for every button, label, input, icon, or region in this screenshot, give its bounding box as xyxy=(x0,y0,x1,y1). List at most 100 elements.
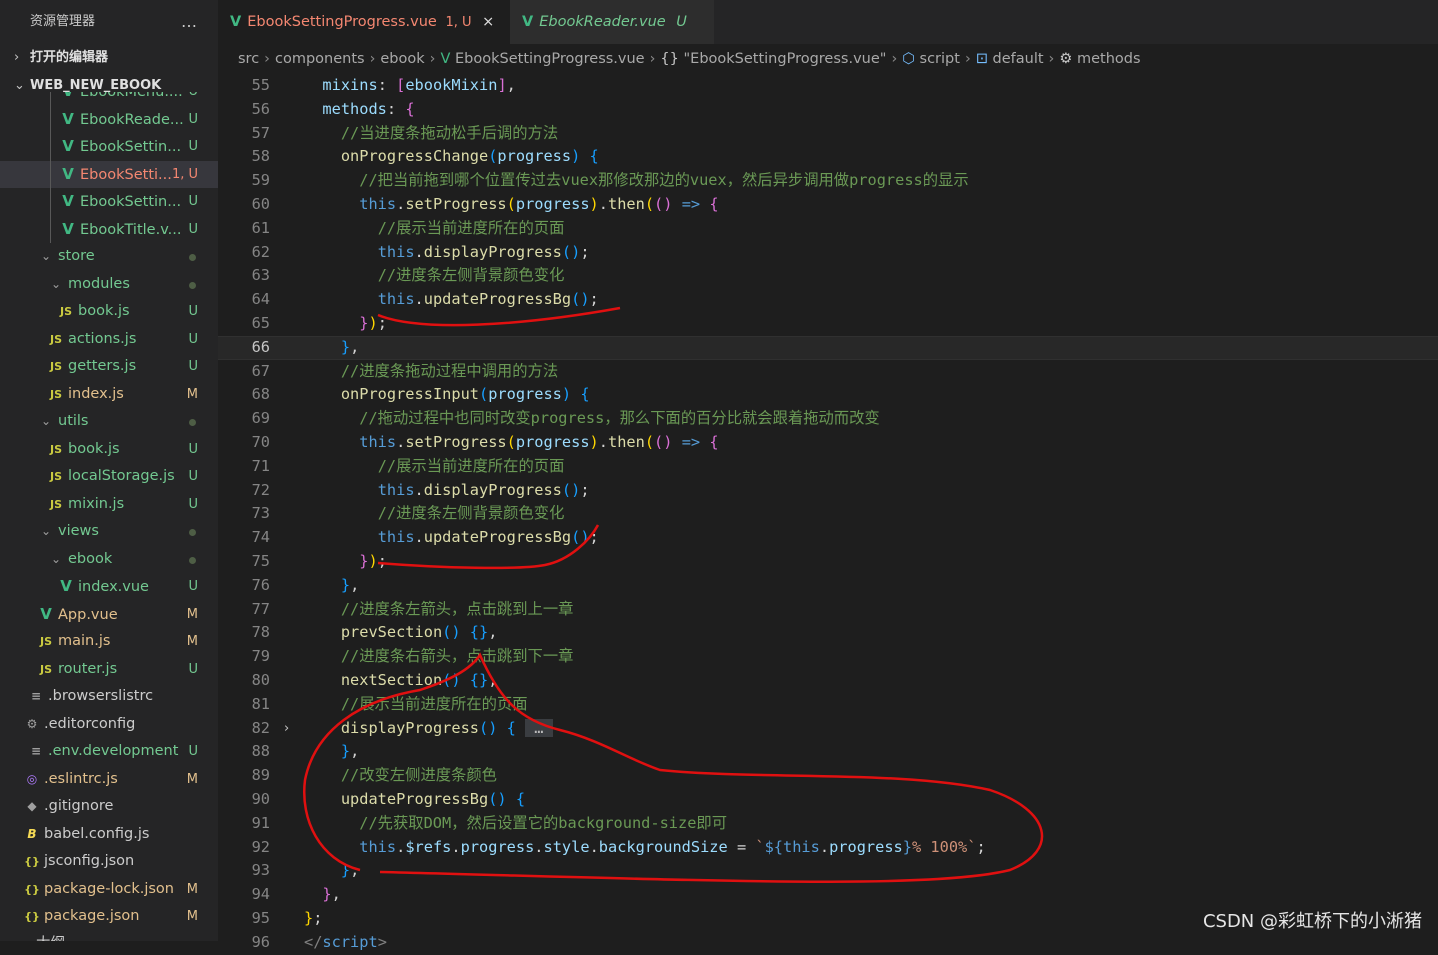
file-tree-item[interactable]: ⌄ views xyxy=(0,518,218,546)
code-line[interactable]: 57 //当进度条拖动松手后调的方法 xyxy=(218,122,1438,146)
breadcrumb-item[interactable]: src xyxy=(238,51,259,67)
file-tree-item[interactable]: ⌄ modules xyxy=(0,271,218,299)
file-tree-item[interactable]: JS actions.js U xyxy=(0,326,218,354)
file-tree-item-label: ebook xyxy=(68,550,113,567)
file-tree-item[interactable]: {} jsconfig.json xyxy=(0,848,218,876)
file-tree-item-label: EbookSettin... xyxy=(80,194,182,210)
breadcrumb-item[interactable]: ebook xyxy=(380,51,424,67)
breadcrumb-item[interactable]: EbookSettingProgress.vue xyxy=(455,51,645,67)
code-line[interactable]: 69 //拖动过程中也同时改变progress，那么下面的百分比就会跟着拖动而改… xyxy=(218,407,1438,431)
file-tree-item[interactable]: JS mixin.js U xyxy=(0,491,218,519)
line-number: 82 xyxy=(251,718,270,737)
code-editor[interactable]: 55 mixins: [ebookMixin], 56 methods: {57 … xyxy=(218,74,1438,951)
code-line[interactable]: 65 }); xyxy=(218,312,1438,336)
code-line[interactable]: 89 //改变左侧进度条颜色 xyxy=(218,764,1438,788)
breadcrumb-item[interactable]: methods xyxy=(1077,51,1141,67)
tab-ebook-setting-progress[interactable]: V EbookSettingProgress.vue 1, U × xyxy=(218,0,510,44)
file-tree-item[interactable]: V EbookReade... U xyxy=(0,105,218,133)
code-line[interactable]: 56 methods: { xyxy=(218,98,1438,122)
code-line[interactable]: 91 //先获取DOM，然后设置它的background-size即可 xyxy=(218,812,1438,836)
code-line[interactable]: 68 onProgressInput(progress) { xyxy=(218,383,1438,407)
code-text: this.updateProgressBg(); xyxy=(377,528,599,547)
code-line[interactable]: 93 }, xyxy=(218,859,1438,883)
code-line[interactable]: 59 //把当前拖到哪个位置传过去vuex那修改那边的vuex，然后异步调用做p… xyxy=(218,169,1438,193)
code-line[interactable]: 73 //进度条左侧背景颜色变化 xyxy=(218,502,1438,526)
file-tree-item[interactable]: ≡ .env.development U xyxy=(0,738,218,766)
code-line[interactable]: 66 }, xyxy=(218,335,1438,360)
code-line[interactable]: 55 mixins: [ebookMixin], xyxy=(218,74,1438,98)
file-tree-item[interactable]: ⌄ ebook xyxy=(0,546,218,574)
code-line[interactable]: 67 //进度条拖动过程中调用的方法 xyxy=(218,360,1438,384)
tab-ebook-reader[interactable]: V EbookReader.vue U xyxy=(510,0,714,44)
breadcrumb-item[interactable]: script xyxy=(920,51,960,67)
file-tree-item[interactable]: ⌄ store xyxy=(0,243,218,271)
code-line[interactable]: 60 this.setProgress(progress).then(() =>… xyxy=(218,193,1438,217)
code-line[interactable]: 61 //展示当前进度所在的页面 xyxy=(218,217,1438,241)
file-tree-item-label: router.js xyxy=(58,660,118,677)
code-line[interactable]: 90 updateProgressBg() { xyxy=(218,788,1438,812)
code-line[interactable]: 82 › displayProgress() { … xyxy=(218,717,1438,741)
open-editors-section[interactable]: › 打开的编辑器 xyxy=(0,44,218,72)
file-tree-item[interactable]: {} package-lock.json M xyxy=(0,876,218,904)
code-line[interactable]: 63 //进度条左侧背景颜色变化 xyxy=(218,264,1438,288)
code-line[interactable]: 78 prevSection() {}, xyxy=(218,621,1438,645)
file-tree-item[interactable]: ⌄大纲 xyxy=(0,931,218,942)
breadcrumb-item[interactable]: "EbookSettingProgress.vue" xyxy=(683,51,886,67)
file-tree-item[interactable]: Bbabel.config.js xyxy=(0,821,218,849)
file-tree-item[interactable]: JS index.js M xyxy=(0,381,218,409)
file-tree-item[interactable]: ◆ .gitignore xyxy=(0,793,218,821)
breadcrumb-item[interactable]: components xyxy=(275,51,365,67)
file-tree-item[interactable]: V EbookSettin... U xyxy=(0,188,218,216)
file-tree-item[interactable]: ⚙ .editorconfig xyxy=(0,711,218,739)
code-line[interactable]: 62 this.displayProgress(); xyxy=(218,241,1438,265)
more-actions-icon[interactable]: … xyxy=(181,0,198,44)
code-text: updateProgressBg() { xyxy=(340,790,526,808)
file-tree-item[interactable]: V EbookSettin... U xyxy=(0,133,218,161)
file-tree-item[interactable]: V EbookSetti... 1, U xyxy=(0,160,218,188)
code-line[interactable]: 64 this.updateProgressBg(); xyxy=(218,288,1438,312)
file-tree-item[interactable]: VEbookMenu.... U xyxy=(0,92,218,106)
file-tree-item[interactable]: JS router.js U xyxy=(0,656,218,684)
tab-status: U xyxy=(676,14,687,30)
file-tree-item[interactable]: JS getters.js U xyxy=(0,353,218,381)
code-line[interactable]: 72 this.displayProgress(); xyxy=(218,479,1438,503)
editor-tabs: V EbookSettingProgress.vue 1, U × V EbookR… xyxy=(218,0,1438,44)
chevron-right-icon: › xyxy=(369,51,376,67)
code-line[interactable]: 58 onProgressChange(progress) { xyxy=(218,145,1438,169)
line-number: 72 xyxy=(251,480,270,499)
close-icon[interactable]: × xyxy=(482,14,494,30)
breadcrumb-item[interactable]: default xyxy=(993,51,1044,67)
file-tree-item[interactable]: Vindex.vue U xyxy=(0,573,218,601)
code-line[interactable]: 77 //进度条左箭头，点击跳到上一章 xyxy=(218,598,1438,622)
code-text: //展示当前进度所在的页面 xyxy=(377,218,565,237)
code-text: }, xyxy=(340,861,360,880)
code-line[interactable]: 88 }, xyxy=(218,740,1438,764)
file-tree-item[interactable]: JS main.js M xyxy=(0,628,218,656)
file-tree-item[interactable]: {} package.json M xyxy=(0,903,218,931)
file-tree-item[interactable]: ≡ .browserslistrc xyxy=(0,683,218,711)
code-line[interactable]: 70 this.setProgress(progress).then(() =>… xyxy=(218,431,1438,455)
code-line[interactable]: 94 }, xyxy=(218,883,1438,907)
code-line[interactable]: 81 //展示当前进度所在的页面 xyxy=(218,693,1438,717)
file-tree-item[interactable]: JS localStorage.js U xyxy=(0,463,218,491)
code-line[interactable]: 75 }); xyxy=(218,550,1438,574)
code-line[interactable]: 96 </script> xyxy=(218,931,1438,955)
line-number: 68 xyxy=(251,385,270,404)
fold-chevron-icon[interactable]: › xyxy=(284,717,289,741)
file-tree-item[interactable]: ⌄ utils xyxy=(0,408,218,436)
file-tree-item[interactable]: V App.vue M xyxy=(0,601,218,629)
file-tree-item[interactable]: ◎ .eslintrc.js M xyxy=(0,766,218,794)
code-line[interactable]: 79 //进度条右箭头，点击跳到下一章 xyxy=(218,645,1438,669)
file-tree-item[interactable]: V EbookTitle.v... U xyxy=(0,215,218,243)
code-line[interactable]: 76 }, xyxy=(218,574,1438,598)
code-line[interactable]: 92 this.$refs.progress.style.backgroundS… xyxy=(218,836,1438,860)
code-line[interactable]: 74 this.updateProgressBg(); xyxy=(218,526,1438,550)
code-line[interactable]: 80 nextSection() {}, xyxy=(218,669,1438,693)
code-line[interactable]: 71 //展示当前进度所在的页面 xyxy=(218,455,1438,479)
line-number: 60 xyxy=(251,195,270,213)
code-text: </script> xyxy=(304,932,387,951)
file-tree-item[interactable]: JS book.js U xyxy=(0,436,218,464)
line-number: 74 xyxy=(251,528,270,547)
file-tree-item[interactable]: JS book.js U xyxy=(0,298,218,326)
git-status-badge: U xyxy=(188,579,198,594)
